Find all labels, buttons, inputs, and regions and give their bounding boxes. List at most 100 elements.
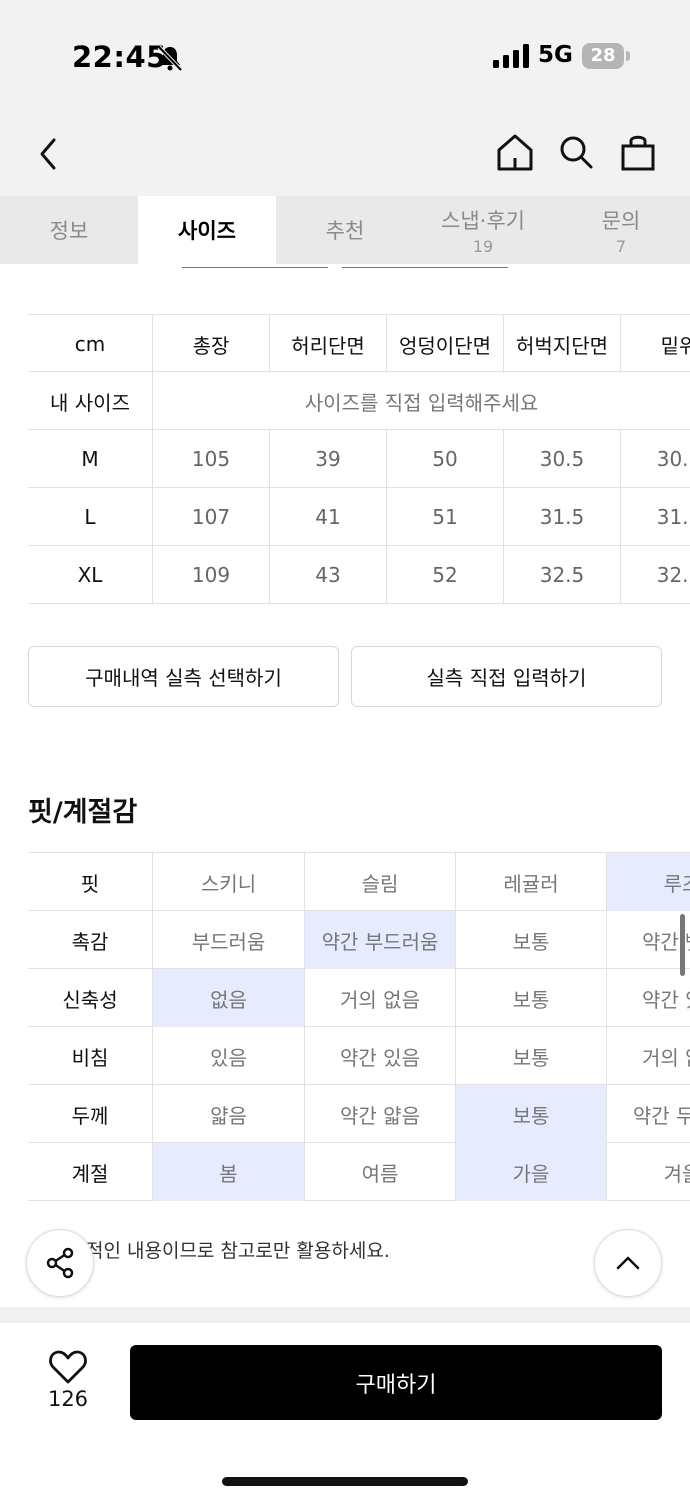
- fit-row: 두께 얇음 약간 얇음 보통 약간 두꺼움: [28, 1085, 690, 1143]
- fit-option: 거의 없음: [606, 1027, 690, 1085]
- fit-row-label: 신축성: [62, 987, 118, 1012]
- chevron-left-icon[interactable]: [32, 134, 64, 174]
- tab-snap-review[interactable]: 스냅·후기 19: [414, 196, 552, 264]
- fit-table: 핏 스키니 슬림 레귤러 루즈 촉감 부드러움 약간 부드러움 보통 약간 뻣뻣…: [28, 852, 690, 1203]
- fit-option: 겨울: [606, 1143, 690, 1201]
- direct-input-measurement-button[interactable]: 실측 직접 입력하기: [351, 646, 662, 707]
- size-value-cell: 41: [269, 488, 386, 546]
- fit-option: 스키니: [152, 853, 304, 911]
- size-value-cell: 51: [386, 488, 503, 546]
- fit-option-selected: 보통: [455, 1085, 606, 1143]
- select-purchase-measurement-button[interactable]: 구매내역 실측 선택하기: [28, 646, 339, 707]
- top-navigation: [0, 112, 690, 196]
- fit-option: 얇음: [152, 1085, 304, 1143]
- tab-recommend[interactable]: 추천: [276, 196, 414, 264]
- clipped-link-underline: [182, 264, 328, 268]
- fit-row-label: 계절: [71, 1161, 109, 1186]
- size-header-row: cm 총장 허리단면 엉덩이단면 허벅지단면 밑위: [28, 314, 690, 373]
- buy-button[interactable]: 구매하기: [130, 1345, 662, 1420]
- fit-row: 계절 봄 여름 가을 겨울: [28, 1143, 690, 1201]
- section-divider: [0, 1307, 690, 1323]
- heart-icon[interactable]: [48, 1349, 88, 1385]
- scroll-top-button[interactable]: [594, 1229, 662, 1297]
- size-header-cell: 허리단면: [269, 315, 386, 373]
- size-value-cell: 31.5: [620, 488, 690, 546]
- tab-label: 추천: [325, 219, 365, 243]
- size-label-cell: L: [84, 505, 96, 529]
- table-row: XL 109 43 52 32.5 32.5: [28, 546, 690, 604]
- fit-option: 있음: [152, 1027, 304, 1085]
- size-value-cell: 32.5: [620, 546, 690, 604]
- fit-option: 여름: [304, 1143, 455, 1201]
- fit-option-selected: 약간 부드러움: [304, 911, 455, 969]
- size-value-cell: 52: [386, 546, 503, 604]
- fit-row-label: 비침: [71, 1045, 109, 1070]
- fit-row-label: 두께: [71, 1103, 109, 1128]
- bottom-purchase-bar: 126 구매하기: [0, 1323, 690, 1500]
- size-table: cm 총장 허리단면 엉덩이단면 허벅지단면 밑위 내 사이즈 사이즈를 직접 …: [28, 314, 690, 607]
- battery-indicator: 28: [582, 43, 624, 69]
- fit-option: 약간 두꺼움: [606, 1085, 690, 1143]
- scrollbar-thumb[interactable]: [680, 914, 685, 976]
- my-size-input[interactable]: 사이즈를 직접 입력해주세요: [152, 372, 690, 430]
- fit-option: 보통: [455, 969, 606, 1027]
- signal-icon: [493, 44, 529, 68]
- size-value-cell: 43: [269, 546, 386, 604]
- shopping-bag-icon[interactable]: [620, 132, 656, 172]
- tab-inquiry[interactable]: 문의 7: [552, 196, 690, 264]
- size-value-cell: 50: [386, 430, 503, 488]
- home-icon[interactable]: [496, 132, 534, 172]
- tab-count: 19: [472, 236, 494, 256]
- fit-option: 거의 없음: [304, 969, 455, 1027]
- size-value-cell: 32.5: [503, 546, 620, 604]
- size-value-cell: 30.5: [620, 430, 690, 488]
- status-time: 22:45: [72, 40, 167, 74]
- size-header-cell: 엉덩이단면: [386, 315, 503, 373]
- share-icon: [46, 1247, 74, 1279]
- share-button[interactable]: [26, 1229, 94, 1297]
- size-value-cell: 107: [152, 488, 269, 546]
- fit-option: 약간 뻣뻣: [606, 911, 690, 969]
- tab-count: 7: [615, 236, 627, 256]
- fit-row-label: 핏: [80, 871, 100, 896]
- fit-option: 보통: [455, 1027, 606, 1085]
- fit-option: 약간 있음: [304, 1027, 455, 1085]
- fit-option: 슬림: [304, 853, 455, 911]
- tab-info[interactable]: 정보: [0, 196, 138, 264]
- size-header-cell: 총장: [152, 315, 269, 373]
- fit-option: 보통: [455, 911, 606, 969]
- chevron-up-icon: [616, 1256, 640, 1270]
- like-count: 126: [47, 1387, 89, 1411]
- fit-row: 신축성 없음 거의 없음 보통 약간 있음: [28, 969, 690, 1027]
- clipped-link-underline: [342, 264, 508, 268]
- size-header-cell: cm: [74, 332, 106, 356]
- fit-row: 핏 스키니 슬림 레귤러 루즈: [28, 853, 690, 911]
- home-indicator: [222, 1477, 468, 1486]
- fit-row: 촉감 부드러움 약간 부드러움 보통 약간 뻣뻣: [28, 911, 690, 969]
- bell-slash-icon: [157, 45, 183, 72]
- size-value-cell: 39: [269, 430, 386, 488]
- fit-option-selected: 봄: [152, 1143, 304, 1201]
- fit-option: 레귤러: [455, 853, 606, 911]
- tab-label: 스냅·후기: [441, 208, 525, 233]
- tab-size[interactable]: 사이즈: [138, 196, 276, 264]
- fit-row: 비침 있음 약간 있음 보통 거의 없음: [28, 1027, 690, 1085]
- size-value-cell: 31.5: [503, 488, 620, 546]
- section-title: 핏/계절감: [28, 797, 138, 828]
- size-header-cell: 허벅지단면: [503, 315, 620, 373]
- fit-option: 약간 있음: [606, 969, 690, 1027]
- size-label-cell: M: [81, 447, 99, 471]
- size-value-cell: 105: [152, 430, 269, 488]
- battery-tip: [626, 51, 630, 61]
- size-header-cell: 밑위: [620, 315, 690, 373]
- network-label: 5G: [538, 42, 573, 68]
- tab-label: 사이즈: [178, 219, 236, 243]
- search-icon[interactable]: [558, 132, 594, 172]
- fit-option-selected: 없음: [152, 969, 304, 1027]
- fit-option-selected: 루즈: [606, 853, 690, 911]
- my-size-label: 내 사이즈: [50, 390, 130, 415]
- table-row: L 107 41 51 31.5 31.5: [28, 488, 690, 546]
- product-tabs: 정보 사이즈 추천 스냅·후기 19 문의 7: [0, 196, 690, 264]
- reference-notice: 적인 내용이므로 참고로만 활용하세요.: [86, 1240, 390, 1262]
- fit-option: 부드러움: [152, 911, 304, 969]
